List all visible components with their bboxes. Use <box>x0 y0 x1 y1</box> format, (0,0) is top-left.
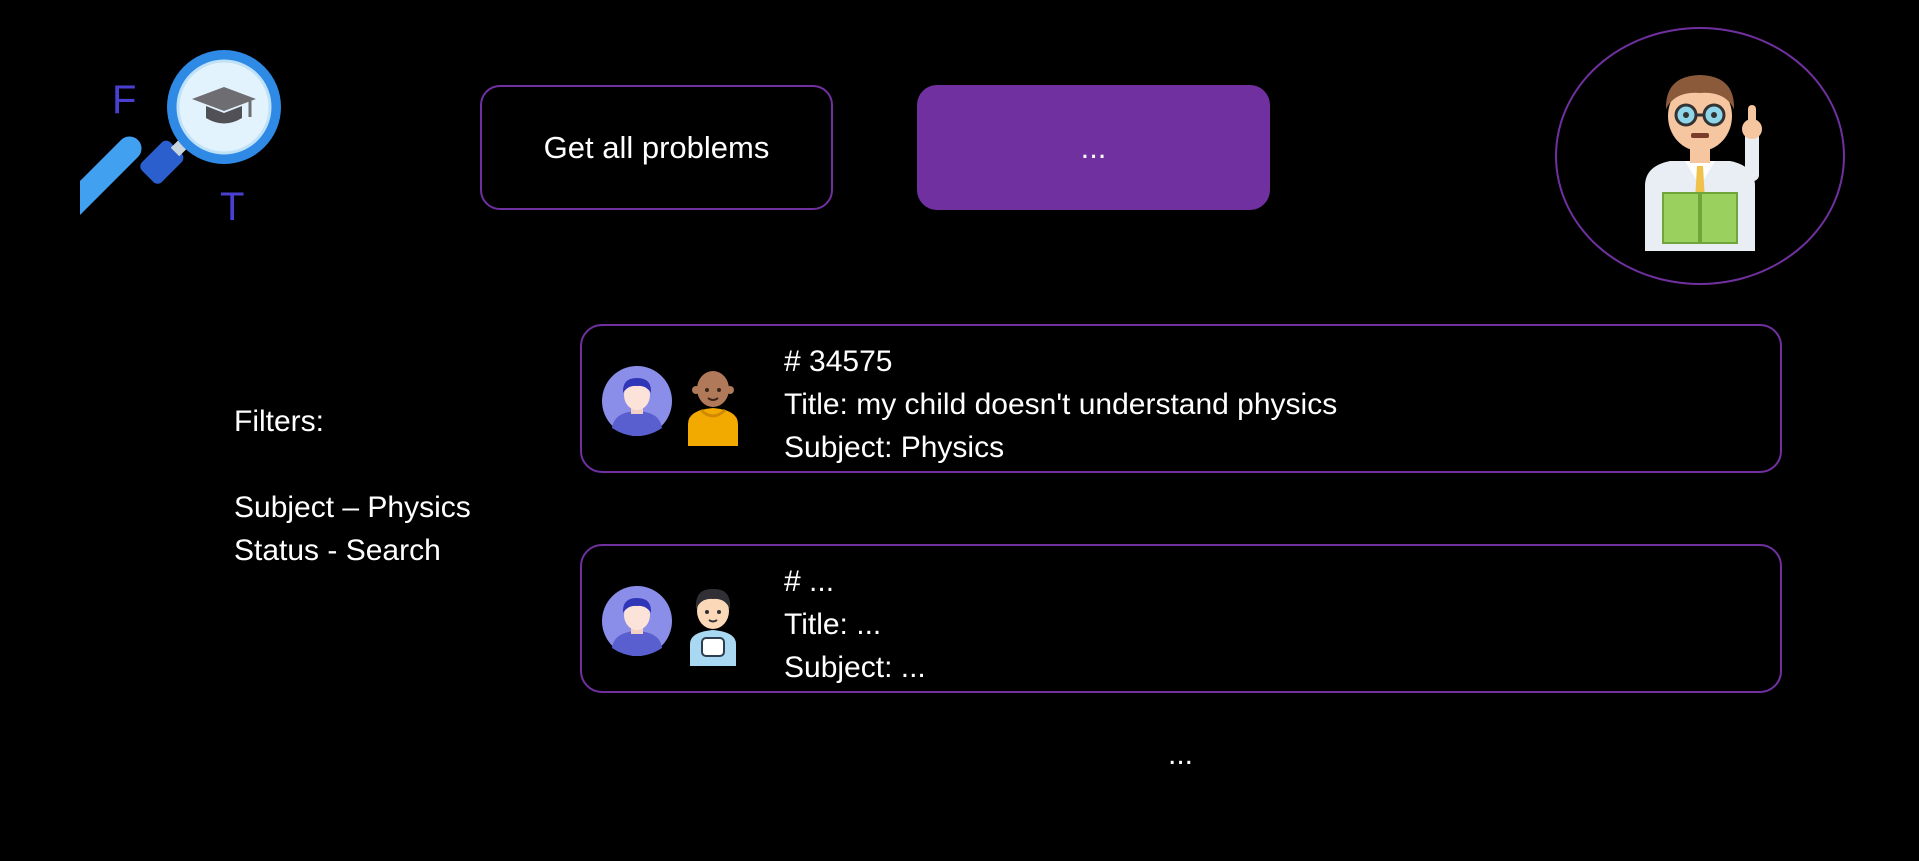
parent-avatar-icon <box>602 586 672 656</box>
problem-info: # 34575 Title: my child doesn't understa… <box>784 340 1337 469</box>
profile-avatar-button[interactable] <box>1555 27 1845 285</box>
problem-title: Title: my child doesn't understand physi… <box>784 388 1338 421</box>
logo-letter-f: F <box>112 78 137 122</box>
secondary-button-label: ... <box>1080 129 1107 165</box>
more-results-indicator[interactable]: ... <box>1168 738 1193 772</box>
problem-card[interactable]: # 34575 Title: my child doesn't understa… <box>580 324 1782 473</box>
app-logo: F T <box>56 45 300 255</box>
problem-subject: Subject: ... <box>784 651 926 684</box>
filters-panel: Filters: Subject – Physics Status - Sear… <box>234 400 471 572</box>
teacher-avatar-icon <box>1645 75 1762 251</box>
get-all-problems-button[interactable]: Get all problems <box>480 85 833 210</box>
magnifier-graduation-cap-icon <box>56 50 281 222</box>
filter-status[interactable]: Status - Search <box>234 529 471 572</box>
problem-number: # 34575 <box>784 345 893 378</box>
filters-heading: Filters: <box>234 405 324 438</box>
parent-avatar-icon <box>602 366 672 436</box>
secondary-button[interactable]: ... <box>917 85 1270 210</box>
child-avatar-icon <box>688 371 738 446</box>
problem-info: # ... Title: ... Subject: ... <box>784 560 926 689</box>
child-avatar-icon <box>690 588 736 666</box>
problem-number: # ... <box>784 565 835 598</box>
problem-title: Title: ... <box>784 608 882 641</box>
problem-card[interactable]: # ... Title: ... Subject: ... <box>580 544 1782 693</box>
get-all-problems-label: Get all problems <box>543 129 770 165</box>
filter-subject[interactable]: Subject – Physics <box>234 486 471 529</box>
problem-subject: Subject: Physics <box>784 431 1005 464</box>
logo-letter-t: T <box>220 185 245 229</box>
